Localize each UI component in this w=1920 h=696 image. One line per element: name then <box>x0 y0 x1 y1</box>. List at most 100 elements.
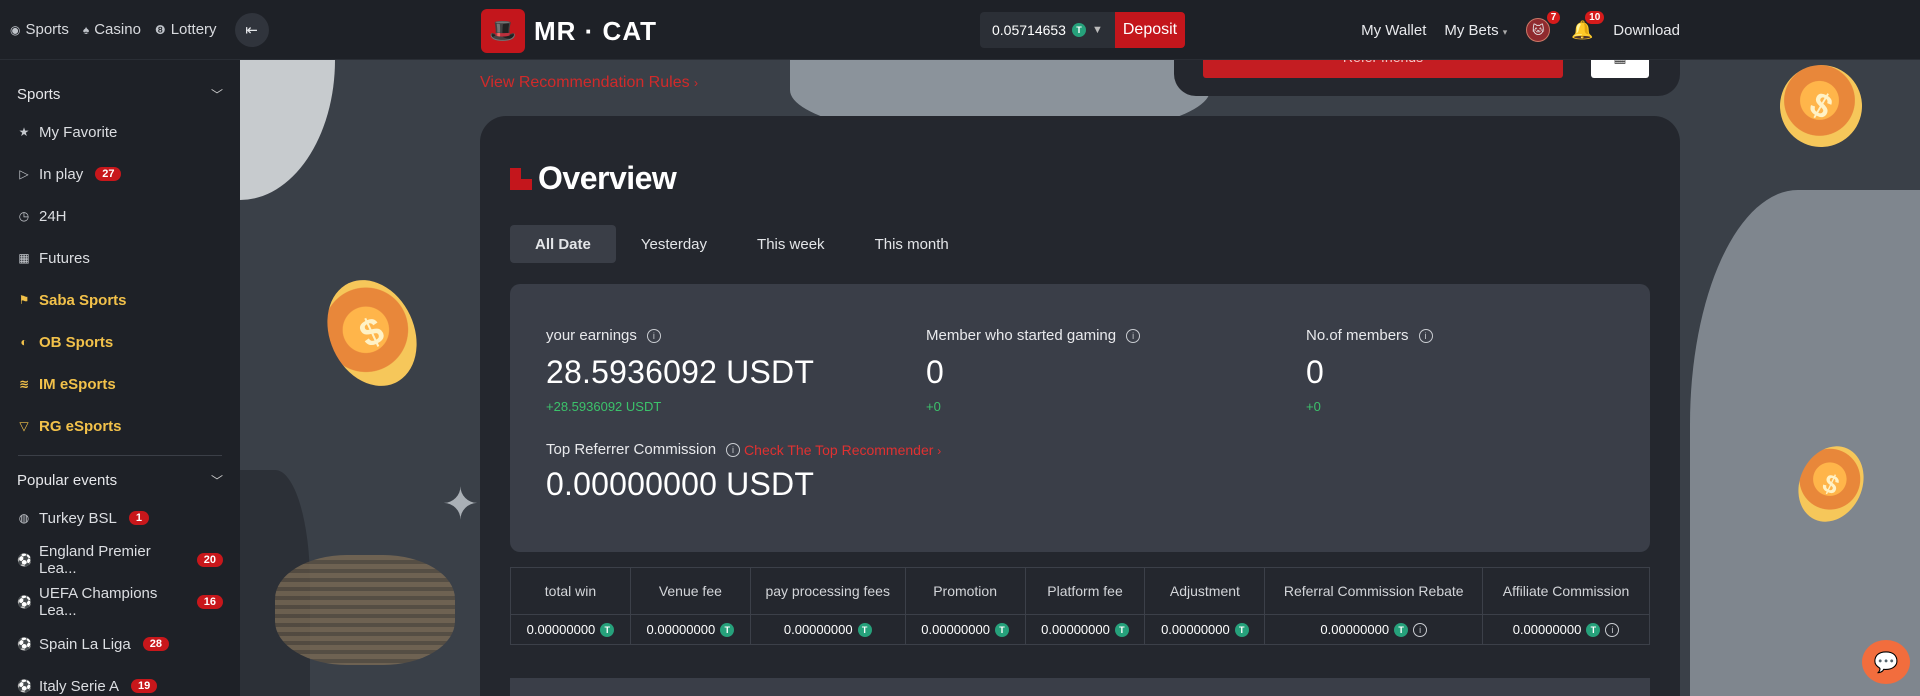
brand-logo[interactable]: 🎩 MR · CAT <box>481 9 657 53</box>
cell-value: 0.00000000 <box>1512 622 1582 637</box>
sidebar-item-label: IM eSports <box>39 375 116 393</box>
chevron-down-icon: ﹀ <box>210 474 223 488</box>
table-cell: 0.00000000 T <box>510 614 631 645</box>
column-header: total win <box>510 567 631 615</box>
sidebar-item-in-play[interactable]: ▷ In play 27 <box>0 153 240 195</box>
tether-icon: T <box>1114 622 1129 637</box>
lottery-icon: ❽ <box>154 22 166 37</box>
nav-lottery[interactable]: ❽ Lottery <box>155 21 217 38</box>
star-icon: ★ <box>18 125 30 139</box>
sidebar-item-rg-esports[interactable]: ▽ RG eSports <box>0 405 240 447</box>
tether-icon: T <box>857 622 872 637</box>
sidebar-item-ob-sports[interactable]: ◐ OB Sports <box>0 321 240 363</box>
sidebar-item-my-favorite[interactable]: ★ My Favorite <box>0 111 240 153</box>
tab-yesterday[interactable]: Yesterday <box>616 225 732 263</box>
soccer-ball-icon: ⚽ <box>17 637 32 651</box>
im-icon: ≋ <box>18 377 30 391</box>
sports-ball-icon: ◉ <box>10 22 21 37</box>
table-cell: 0.00000000 T <box>629 614 751 645</box>
fees-table: total win Venue fee pay processing fees … <box>510 567 1650 645</box>
user-avatar-button[interactable]: 🐱 7 <box>1525 11 1561 43</box>
page-title: Overview <box>538 160 677 196</box>
check-top-recommender-link[interactable]: Check The Top Recommender › <box>744 442 941 458</box>
cell-value: 0.00000000 <box>1041 622 1110 637</box>
wallet-balance-dropdown[interactable]: 0.05714653 T ▼ <box>980 12 1115 48</box>
info-icon[interactable]: i <box>1413 622 1428 637</box>
sidebar-event-uefa-champions[interactable]: ⚽ UEFA Champions Lea... 16 <box>0 581 240 623</box>
nav-lottery-label: Lottery <box>170 21 217 38</box>
nav-sports[interactable]: ◉ Sports <box>10 21 69 38</box>
stat-change: +0 <box>1306 399 1321 414</box>
stat-label: Top Referrer Commission <box>546 441 717 458</box>
view-rules-link[interactable]: View Recommendation Rules › <box>480 74 698 92</box>
sidebar-item-label: RG eSports <box>39 417 122 435</box>
sidebar-item-saba-sports[interactable]: ⚑ Saba Sports <box>0 279 240 321</box>
download-link[interactable]: Download <box>1613 22 1680 39</box>
deposit-button[interactable]: Deposit <box>1114 12 1186 48</box>
cell-value: 0.00000000 <box>1161 622 1230 637</box>
count-badge: 20 <box>196 553 223 567</box>
cell-value: 0.00000000 <box>646 622 716 637</box>
right-nav: My Wallet My Bets ▾ 🐱 7 🔔 10 Download <box>1361 0 1680 60</box>
stats-card: your earnings i 28.5936092 USDT +28.5936… <box>510 284 1650 552</box>
sidebar-event-italy-serie-a[interactable]: ⚽ Italy Serie A 19 <box>0 665 240 696</box>
clock-24h-icon: ◷ <box>18 209 30 223</box>
sidebar-item-im-esports[interactable]: ≋ IM eSports <box>0 363 240 405</box>
sidebar-section-popular-events[interactable]: Popular events ﹀ <box>0 464 240 497</box>
overview-panel: Overview All Date Yesterday This week Th… <box>480 116 1680 696</box>
my-bets-label: My Bets <box>1444 21 1499 39</box>
count-badge: 28 <box>142 637 169 651</box>
stat-change: +0 <box>926 399 941 414</box>
sidebar-item-futures[interactable]: ▦ Futures <box>0 237 240 279</box>
date-tabs: All Date Yesterday This week This month <box>510 225 974 263</box>
stat-members: No.of members i 0 +0 <box>1306 327 1433 414</box>
decorative-coin-stack <box>275 555 455 665</box>
count-badge: 19 <box>131 679 158 693</box>
sidebar-item-label: OB Sports <box>39 333 114 351</box>
chevron-right-icon: › <box>937 443 942 458</box>
background-shape <box>1690 190 1920 696</box>
collapse-sidebar-button[interactable]: ⇤ <box>234 12 269 47</box>
sidebar-item-24h[interactable]: ◷ 24H <box>0 195 240 237</box>
my-wallet-link[interactable]: My Wallet <box>1361 22 1426 39</box>
info-icon[interactable]: i <box>1418 328 1433 343</box>
my-bets-dropdown[interactable]: My Bets ▾ <box>1444 22 1507 39</box>
table-header-row: total win Venue fee pay processing fees … <box>510 567 1650 615</box>
sidebar-item-label: My Favorite <box>39 123 118 141</box>
chat-bubble-icon: 💬 <box>1873 651 1899 674</box>
check-link-label: Check The Top Recommender <box>744 441 934 458</box>
chevron-down-icon: ﹀ <box>210 88 223 102</box>
info-icon[interactable]: i <box>1126 328 1141 343</box>
count-badge: 27 <box>95 167 122 181</box>
nav-casino[interactable]: ♠ Casino <box>83 21 141 38</box>
notifications-button[interactable]: 🔔 10 <box>1569 11 1605 43</box>
section-title: Popular events <box>17 472 118 489</box>
notification-badge: 10 <box>1585 11 1605 24</box>
ob-icon: ◐ <box>20 335 28 349</box>
tab-all-date[interactable]: All Date <box>510 225 616 263</box>
wallet-widget: 0.05714653 T ▼ Deposit <box>980 12 1186 48</box>
table-cell: 0.00000000 T <box>1144 614 1266 645</box>
tether-icon: T <box>994 622 1009 637</box>
calendar-icon: ▦ <box>18 251 30 265</box>
collapse-arrow-icon: ⇤ <box>245 21 258 39</box>
sidebar-section-sports[interactable]: Sports ﹀ <box>0 78 240 111</box>
sidebar: Sports ﹀ ★ My Favorite ▷ In play 27 ◷ 24… <box>0 60 240 696</box>
sidebar-event-turkey-bsl[interactable]: ◍ Turkey BSL 1 <box>0 497 240 539</box>
soccer-ball-icon: ⚽ <box>17 595 32 609</box>
sidebar-event-spain-la-liga[interactable]: ⚽ Spain La Liga 28 <box>0 623 240 665</box>
overview-heading: Overview <box>510 160 677 197</box>
top-nav: ◉ Sports ♠ Casino ❽ Lottery ⇤ <box>0 12 269 47</box>
live-chat-button[interactable]: 💬 <box>1862 640 1910 684</box>
decorative-coin: $ <box>310 265 434 401</box>
tab-this-month[interactable]: This month <box>850 225 974 263</box>
tab-this-week[interactable]: This week <box>732 225 850 263</box>
info-icon[interactable]: i <box>646 328 661 343</box>
info-icon[interactable]: i <box>1605 622 1620 637</box>
sidebar-event-england-premier[interactable]: ⚽ England Premier Lea... 20 <box>0 539 240 581</box>
sidebar-item-label: Futures <box>39 249 90 267</box>
column-header: pay processing fees <box>749 567 906 615</box>
wallet-balance: 0.05714653 <box>992 22 1066 38</box>
decorative-coin: $ <box>1764 49 1878 163</box>
info-icon[interactable]: i <box>726 442 741 457</box>
